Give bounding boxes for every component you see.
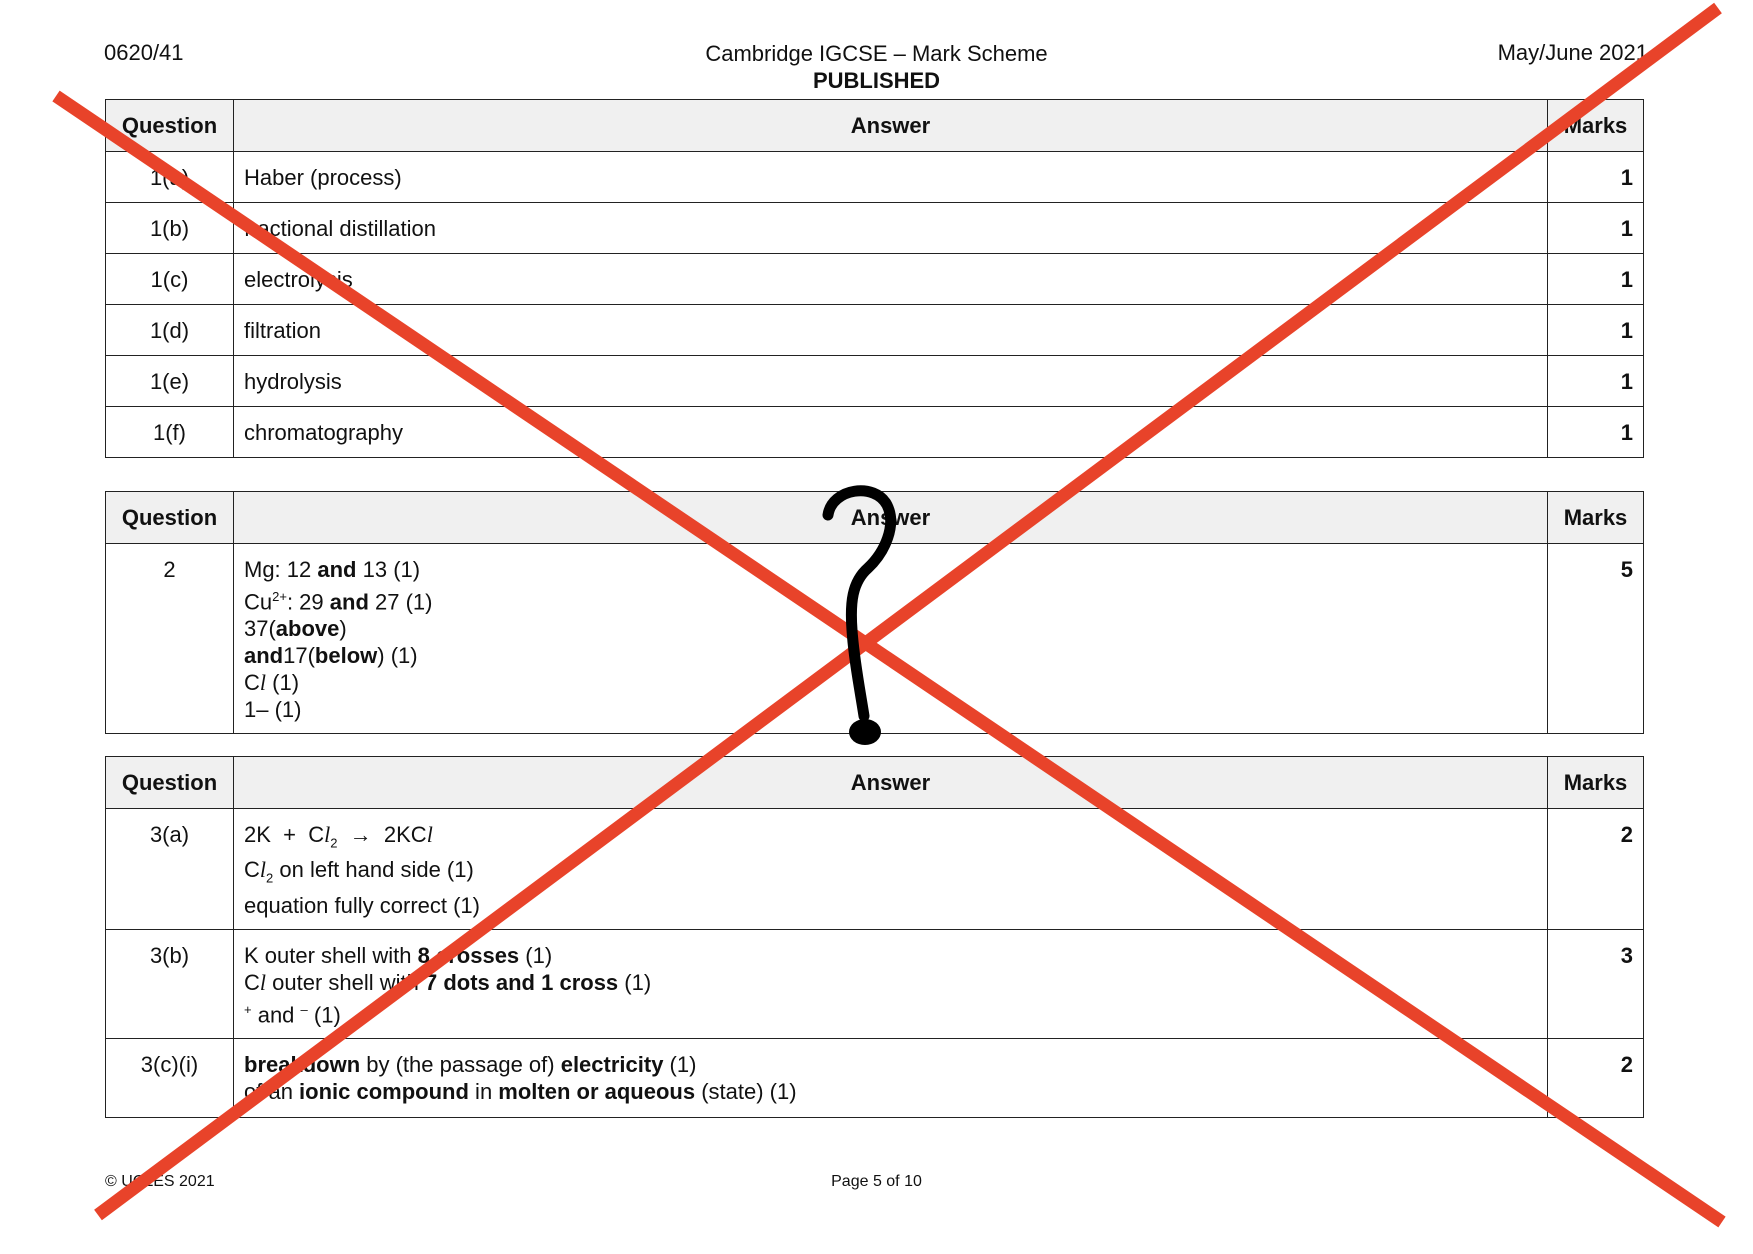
question-1-table: Question Answer Marks 1(a) Haber (proces… — [105, 99, 1644, 458]
marks-cell: 5 — [1547, 542, 1644, 735]
marks-cell: 2 — [1547, 808, 1644, 930]
question-number: 1(e) — [105, 355, 234, 407]
answer-cell: K outer shell with 8 crosses (1) Cl oute… — [233, 928, 1548, 1040]
question-number: 1(d) — [105, 304, 234, 356]
question-number: 2 — [105, 542, 234, 735]
document-subtitle: PUBLISHED — [812, 68, 941, 93]
table-row: 1(d) filtration 1 — [105, 304, 1644, 356]
exam-session: May/June 2021 — [1497, 40, 1648, 65]
answer-line: + and – (1) — [244, 1001, 341, 1028]
column-header-answer: Answer — [233, 756, 1548, 809]
marks-cell: 1 — [1547, 151, 1644, 203]
table-header-row: Question Answer Marks — [105, 756, 1644, 809]
answer-cell: chromatography — [233, 406, 1548, 458]
marks-cell: 2 — [1547, 1038, 1644, 1119]
table-row: 3(b) K outer shell with 8 crosses (1) Cl… — [105, 928, 1644, 1040]
answer-cell: 2K + Cl2 → 2KCl Cl2 on left hand side (1… — [233, 808, 1548, 930]
column-header-question: Question — [105, 99, 234, 152]
marks-cell: 1 — [1547, 355, 1644, 407]
question-number: 1(c) — [105, 253, 234, 305]
page-number: Page 5 of 10 — [831, 1173, 922, 1190]
column-header-answer: Answer — [233, 99, 1548, 152]
table-row: 3(a) 2K + Cl2 → 2KCl Cl2 on left hand si… — [105, 808, 1644, 930]
question-number: 1(f) — [105, 406, 234, 458]
answer-cell: fractional distillation — [233, 202, 1548, 254]
column-header-marks: Marks — [1547, 99, 1644, 152]
column-header-marks: Marks — [1547, 491, 1644, 544]
question-number: 1(b) — [105, 202, 234, 254]
answer-cell: Mg: 12 and 13 (1) Cu2+: 29 and 27 (1) 37… — [233, 542, 1548, 735]
column-header-question: Question — [105, 491, 234, 544]
answer-cell: breakdown by (the passage of) electricit… — [233, 1038, 1548, 1119]
table-row: 1(f) chromatography 1 — [105, 406, 1644, 458]
question-number: 1(a) — [105, 151, 234, 203]
table-row: 1(c) electrolysis 1 — [105, 253, 1644, 305]
table-row: 1(b) fractional distillation 1 — [105, 202, 1644, 254]
answer-line: Cu2+: 29 and 27 (1) — [244, 589, 433, 615]
answer-line: breakdown by (the passage of) electricit… — [244, 1052, 697, 1078]
table-row: 1(a) Haber (process) 1 — [105, 151, 1644, 203]
answer-line: Mg: 12 and 13 (1) — [244, 557, 421, 582]
table-header-row: Question Answer Marks — [105, 491, 1644, 544]
marks-cell: 1 — [1547, 202, 1644, 254]
answer-line: and17(below) (1) — [244, 643, 418, 669]
equation-line: 2K + Cl2 → 2KCl — [244, 822, 433, 851]
answer-line: K outer shell with 8 crosses (1) — [244, 942, 553, 968]
document-title: Cambridge IGCSE – Mark Scheme — [705, 41, 1048, 66]
table-row: 1(e) hydrolysis 1 — [105, 355, 1644, 407]
answer-cell: hydrolysis — [233, 355, 1548, 407]
marks-cell: 1 — [1547, 406, 1644, 458]
document-heading: Cambridge IGCSE – Mark Scheme PUBLISHED — [0, 40, 1753, 94]
question-2-table: Question Answer Marks 2 Mg: 12 and 13 (1… — [105, 491, 1644, 735]
column-header-question: Question — [105, 756, 234, 809]
answer-cell: filtration — [233, 304, 1548, 356]
question-number: 3(a) — [105, 808, 234, 930]
column-header-marks: Marks — [1547, 756, 1644, 809]
column-header-answer: Answer — [233, 491, 1548, 544]
table-row: 2 Mg: 12 and 13 (1) Cu2+: 29 and 27 (1) … — [105, 542, 1644, 735]
table-header-row: Question Answer Marks — [105, 99, 1644, 152]
table-row: 3(c)(i) breakdown by (the passage of) el… — [105, 1038, 1644, 1119]
answer-line: Cl (1) — [244, 670, 300, 696]
question-number: 3(b) — [105, 928, 234, 1040]
answer-line: 1– (1) — [244, 697, 302, 723]
answer-line: of an ionic compound in molten or aqueou… — [244, 1079, 797, 1105]
answer-cell: electrolysis — [233, 253, 1548, 305]
answer-cell: Haber (process) — [233, 151, 1548, 203]
answer-line: 37(above) — [244, 616, 347, 642]
marks-cell: 3 — [1547, 928, 1644, 1040]
question-3-table: Question Answer Marks 3(a) 2K + Cl2 → 2K… — [105, 756, 1644, 1119]
question-number: 3(c)(i) — [105, 1038, 234, 1119]
answer-line: equation fully correct (1) — [244, 892, 480, 918]
answer-line: Cl2 on left hand side (1) — [244, 857, 474, 886]
answer-line: Cl outer shell with 7 dots and 1 cross (… — [244, 969, 652, 995]
marks-cell: 1 — [1547, 253, 1644, 305]
marks-cell: 1 — [1547, 304, 1644, 356]
